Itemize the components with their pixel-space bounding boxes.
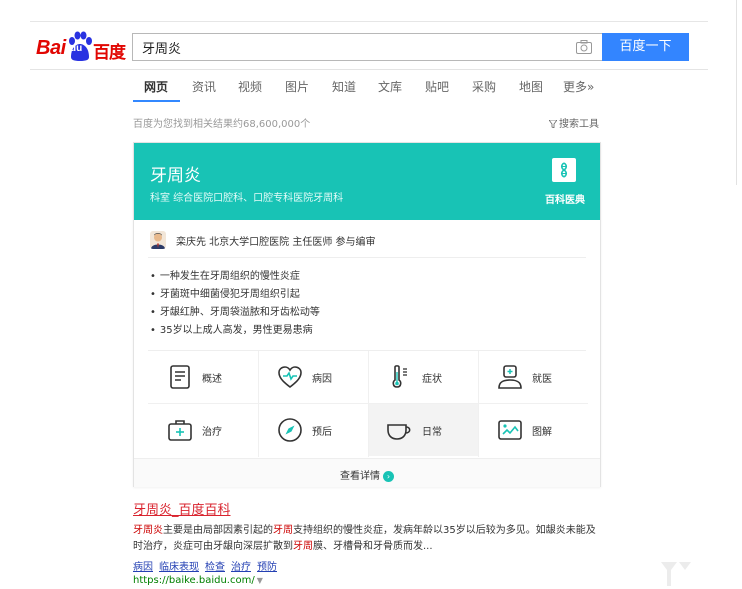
search-tools-label: 搜索工具 bbox=[559, 119, 599, 130]
topic-label: 日常 bbox=[422, 427, 442, 438]
topic-label: 就医 bbox=[532, 374, 552, 385]
summary-item: 牙龈红肿、牙周袋溢脓和牙齿松动等 bbox=[150, 304, 320, 322]
result-count: 百度为您找到相关结果约68,600,000个 bbox=[133, 119, 311, 130]
abstract-highlight: 牙周炎 bbox=[133, 525, 163, 536]
result-title-link[interactable]: 牙周炎_百度百科 bbox=[133, 499, 231, 518]
sublink-clinical[interactable]: 临床表现 bbox=[159, 562, 199, 573]
baidu-logo[interactable]: Bai du 百度 bbox=[36, 31, 128, 63]
expert-row[interactable]: 栾庆先 北京大学口腔医院 主任医师 参与编审 bbox=[150, 229, 590, 251]
document-icon bbox=[170, 365, 190, 389]
view-details-label: 查看详情 bbox=[340, 471, 380, 482]
result-url[interactable]: https://baike.baidu.com/▼ bbox=[133, 575, 263, 586]
logo-text-cn: 百度 bbox=[93, 43, 126, 63]
topic-illustration[interactable]: 图解 bbox=[478, 404, 588, 456]
view-details-link[interactable]: 查看详情 › bbox=[340, 467, 394, 482]
baike-yidian-logo[interactable]: 百科医典 bbox=[539, 157, 591, 209]
topic-label: 预后 bbox=[312, 427, 332, 438]
topic-label: 概述 bbox=[202, 374, 222, 385]
search-header: Bai du 百度 百度一下 bbox=[30, 22, 708, 70]
card-footer: 查看详情 › bbox=[134, 458, 600, 487]
grid-line bbox=[368, 351, 369, 457]
divider bbox=[148, 257, 586, 258]
nav-tab-wenku[interactable]: 文库 bbox=[378, 78, 402, 95]
compass-icon bbox=[278, 418, 302, 442]
medical-kit-icon bbox=[168, 420, 192, 441]
topic-grid: 概述 病因 症状 就医 治疗 预后 日常 图解 bbox=[148, 351, 588, 457]
baike-yidian-label: 百科医典 bbox=[545, 195, 585, 206]
abstract-highlight: 牙周 bbox=[273, 525, 293, 536]
result-url-text: https://baike.baidu.com/ bbox=[133, 575, 255, 586]
heart-pulse-icon bbox=[278, 366, 302, 389]
result-abstract: 牙周炎主要是由局部因素引起的牙周支持组织的慢性炎症，发病年龄以35岁以后较为多见… bbox=[133, 523, 603, 555]
image-icon bbox=[498, 420, 522, 440]
topic-overview[interactable]: 概述 bbox=[148, 351, 258, 403]
search-input[interactable] bbox=[133, 34, 553, 60]
expert-avatar bbox=[150, 231, 166, 249]
logo-text-bai: Bai bbox=[36, 37, 66, 59]
active-tab-underline bbox=[133, 100, 180, 102]
summary-item: 一种发生在牙周组织的慢性炎症 bbox=[150, 268, 320, 286]
topic-symptom[interactable]: 症状 bbox=[368, 351, 478, 403]
nav-tab-more[interactable]: 更多» bbox=[563, 78, 594, 95]
abstract-text: 主要是由局部因素引起的 bbox=[163, 525, 273, 536]
result-sublinks: 病因 临床表现 检查 治疗 预防 bbox=[133, 558, 283, 573]
sublink-treatment[interactable]: 治疗 bbox=[231, 562, 251, 573]
nav-tab-news[interactable]: 资讯 bbox=[192, 78, 216, 95]
book-icon bbox=[552, 158, 576, 182]
card-department: 科室 综合医院口腔科、口腔专科医院牙周科 bbox=[150, 193, 344, 204]
summary-list: 一种发生在牙周组织的慢性炎症 牙菌斑中细菌侵犯牙周组织引起 牙龈红肿、牙周袋溢脓… bbox=[150, 268, 320, 340]
cup-icon bbox=[387, 424, 411, 440]
search-button[interactable]: 百度一下 bbox=[602, 33, 689, 61]
nav-tab-tieba[interactable]: 贴吧 bbox=[425, 78, 449, 95]
nav-tab-zhidao[interactable]: 知道 bbox=[332, 78, 356, 95]
topic-label: 治疗 bbox=[202, 427, 222, 438]
topic-label: 病因 bbox=[312, 374, 332, 385]
sublink-prevention[interactable]: 预防 bbox=[257, 562, 277, 573]
thermometer-icon bbox=[392, 365, 407, 388]
sublink-exam[interactable]: 检查 bbox=[205, 562, 225, 573]
topic-prognosis[interactable]: 预后 bbox=[258, 404, 368, 456]
topic-label: 症状 bbox=[422, 374, 442, 385]
topic-daily-care[interactable]: 日常 bbox=[368, 404, 478, 456]
summary-item: 35岁以上成人高发，男性更易患病 bbox=[150, 322, 320, 340]
topic-treatment[interactable]: 治疗 bbox=[148, 404, 258, 456]
card-title[interactable]: 牙周炎 bbox=[150, 161, 201, 186]
dropdown-arrow-icon[interactable]: ▼ bbox=[257, 576, 263, 585]
summary-item: 牙菌斑中细菌侵犯牙周组织引起 bbox=[150, 286, 320, 304]
vertical-nav: 网页 资讯 视频 图片 知道 文库 贴吧 采购 地图 更多» bbox=[133, 71, 708, 104]
nav-tab-video[interactable]: 视频 bbox=[238, 78, 262, 95]
abstract-highlight: 牙周 bbox=[293, 541, 313, 552]
baike-medical-card: 牙周炎 科室 综合医院口腔科、口腔专科医院牙周科 百科医典 栾庆先 北京大学口腔… bbox=[133, 142, 601, 487]
grid-line bbox=[478, 351, 479, 457]
search-box bbox=[132, 33, 602, 61]
camera-icon[interactable] bbox=[576, 40, 592, 54]
grid-line bbox=[258, 351, 259, 457]
nav-tab-images[interactable]: 图片 bbox=[285, 78, 309, 95]
topic-visit-doctor[interactable]: 就医 bbox=[478, 351, 588, 403]
expert-info: 栾庆先 北京大学口腔医院 主任医师 参与编审 bbox=[176, 237, 376, 248]
grid-line bbox=[148, 403, 588, 404]
nav-tab-map[interactable]: 地图 bbox=[519, 78, 543, 95]
topic-cause[interactable]: 病因 bbox=[258, 351, 368, 403]
card-header[interactable]: 牙周炎 科室 综合医院口腔科、口腔专科医院牙周科 百科医典 bbox=[134, 143, 600, 220]
watermark-logo bbox=[661, 562, 691, 586]
nav-tab-web[interactable]: 网页 bbox=[144, 78, 168, 95]
search-tools-button[interactable]: 搜索工具 bbox=[549, 115, 599, 130]
abstract-text: 膜、牙槽骨和牙骨质而发... bbox=[313, 541, 433, 552]
right-divider bbox=[736, 0, 737, 185]
filter-icon bbox=[549, 120, 557, 128]
logo-text-du: du bbox=[70, 43, 83, 54]
topic-label: 图解 bbox=[532, 427, 552, 438]
doctor-icon bbox=[498, 365, 522, 389]
sublink-cause[interactable]: 病因 bbox=[133, 562, 153, 573]
arrow-right-icon: › bbox=[383, 470, 394, 482]
nav-tab-caigou[interactable]: 采购 bbox=[472, 78, 496, 95]
